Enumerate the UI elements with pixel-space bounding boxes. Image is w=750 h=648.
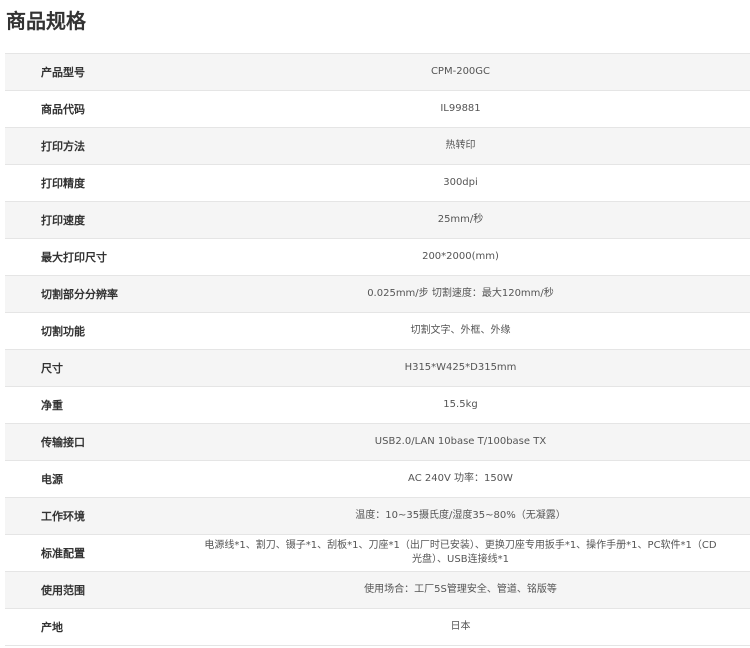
spec-label: 净重: [41, 399, 63, 412]
spec-row: 净重 15.5kg: [5, 387, 750, 424]
spec-value: 15.5kg: [443, 399, 478, 410]
spec-row: 电源 AC 240V 功率：150W: [5, 461, 750, 498]
spec-value: 25mm/秒: [437, 214, 484, 225]
spec-value: 200*2000(mm): [422, 251, 499, 262]
spec-value: 温度：10~35摄氏度/湿度35~80%（无凝露）: [355, 510, 566, 521]
spec-value: 0.025mm/步 切割速度：最大120mm/秒: [367, 288, 554, 299]
spec-row: 打印速度 25mm/秒: [5, 202, 750, 239]
spec-label: 电源: [41, 473, 63, 486]
spec-page: 商品规格 产品型号 CPM-200GC 商品代码 IL99881 打印方法 热转…: [0, 0, 750, 648]
spec-value: IL99881: [440, 103, 481, 114]
spec-label: 尺寸: [41, 362, 63, 375]
spec-label: 产地: [41, 621, 63, 634]
spec-label: 切割部分分辨率: [41, 288, 118, 301]
spec-label: 使用范围: [41, 584, 85, 597]
spec-label: 传输接口: [41, 436, 85, 449]
spec-row: 切割功能 切割文字、外框、外缘: [5, 313, 750, 350]
spec-row: 切割部分分辨率 0.025mm/步 切割速度：最大120mm/秒: [5, 276, 750, 313]
spec-value: AC 240V 功率：150W: [408, 473, 513, 484]
spec-label: 打印精度: [41, 177, 85, 190]
spec-row: 使用范围 使用场合：工厂5S管理安全、管道、铭版等: [5, 572, 750, 609]
spec-row: 传输接口 USB2.0/LAN 10base T/100base TX: [5, 424, 750, 461]
spec-row: 产品型号 CPM-200GC: [5, 54, 750, 91]
spec-row: 产地 日本: [5, 609, 750, 646]
spec-row: 尺寸 H315*W425*D315mm: [5, 350, 750, 387]
spec-value: H315*W425*D315mm: [404, 362, 517, 373]
spec-value: 使用场合：工厂5S管理安全、管道、铭版等: [364, 584, 557, 595]
spec-value: 切割文字、外框、外缘: [410, 325, 511, 336]
spec-row: 工作环境 温度：10~35摄氏度/湿度35~80%（无凝露）: [5, 498, 750, 535]
spec-value: USB2.0/LAN 10base T/100base TX: [374, 436, 547, 447]
page-title: 商品规格: [6, 9, 86, 33]
spec-label: 打印速度: [41, 214, 85, 227]
spec-label: 产品型号: [41, 66, 85, 79]
spec-label: 切割功能: [41, 325, 85, 338]
spec-label: 工作环境: [41, 510, 85, 523]
spec-row: 打印精度 300dpi: [5, 165, 750, 202]
spec-value: 300dpi: [443, 177, 478, 188]
spec-value: 电源线*1、割刀、镊子*1、刮板*1、刀座*1（出厂时已安装）、更换刀座专用扳手…: [204, 540, 717, 565]
spec-label: 最大打印尺寸: [41, 251, 107, 264]
spec-row: 打印方法 热转印: [5, 128, 750, 165]
spec-label: 打印方法: [41, 140, 85, 153]
spec-value: CPM-200GC: [430, 66, 491, 77]
spec-row: 商品代码 IL99881: [5, 91, 750, 128]
spec-label: 标准配置: [41, 547, 85, 560]
spec-row: 最大打印尺寸 200*2000(mm): [5, 239, 750, 276]
spec-row: 标准配置 电源线*1、割刀、镊子*1、刮板*1、刀座*1（出厂时已安装）、更换刀…: [5, 535, 750, 572]
spec-table: 产品型号 CPM-200GC 商品代码 IL99881 打印方法 热转印 打印精…: [5, 53, 750, 646]
spec-value: 日本: [450, 621, 471, 632]
spec-value: 热转印: [445, 140, 476, 151]
spec-label: 商品代码: [41, 103, 85, 116]
